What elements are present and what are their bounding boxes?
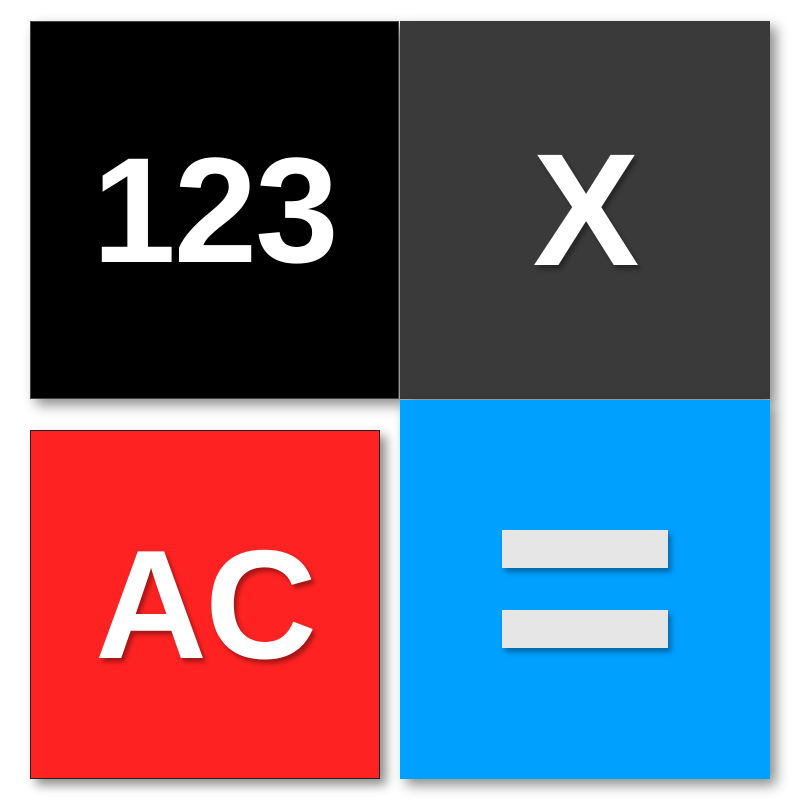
equals-bar-top [502, 529, 668, 568]
equals-button[interactable] [400, 400, 770, 779]
multiply-button[interactable]: X [400, 21, 770, 399]
equals-bar-bottom [502, 609, 668, 648]
multiply-button-label: X [532, 120, 640, 299]
all-clear-button[interactable]: AC [30, 430, 380, 779]
all-clear-button-label: AC [95, 518, 317, 691]
digits-button[interactable]: 123 [30, 21, 399, 399]
equals-icon [502, 529, 668, 650]
digits-button-label: 123 [92, 126, 338, 294]
calculator-keypad: 123 X AC [0, 0, 800, 800]
